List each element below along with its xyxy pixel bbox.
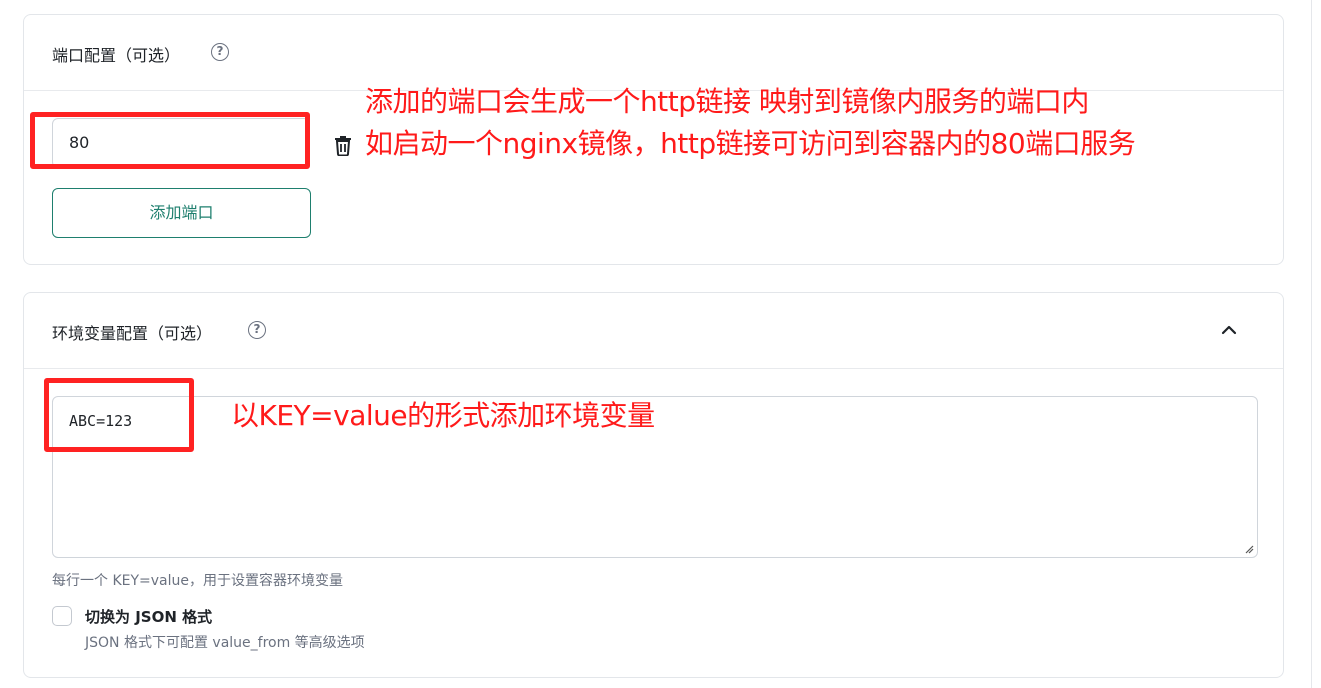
question-circle-icon[interactable]: ? xyxy=(211,43,229,61)
env-annotation: 以KEY=value的形式添加环境变量 xyxy=(231,399,655,432)
port-annotation-line1: 添加的端口会生成一个http链接 映射到镜像内服务的端口内 xyxy=(365,85,1089,118)
chevron-up-icon[interactable] xyxy=(1220,321,1238,339)
port-annotation-line2: 如启动一个nginx镜像，http链接可访问到容器内的80端口服务 xyxy=(365,127,1136,160)
question-circle-icon[interactable]: ? xyxy=(248,321,266,339)
env-config-title: 环境变量配置（可选） xyxy=(52,324,213,343)
trash-icon[interactable] xyxy=(333,134,353,156)
env-config-header[interactable]: 环境变量配置（可选） ? xyxy=(24,293,1283,369)
port-input[interactable]: 80 xyxy=(52,118,310,168)
page-right-border xyxy=(1311,0,1312,688)
add-port-button[interactable]: 添加端口 xyxy=(52,188,311,238)
port-config-title: 端口配置（可选） xyxy=(52,46,181,65)
env-config-card: 环境变量配置（可选） ? ABC=123 每行一个 KEY=value，用于设置… xyxy=(23,292,1284,678)
json-toggle-description: JSON 格式下可配置 value_from 等高级选项 xyxy=(85,635,365,651)
env-textarea-value: ABC=123 xyxy=(69,412,133,430)
env-hint-text: 每行一个 KEY=value，用于设置容器环境变量 xyxy=(52,573,343,589)
json-toggle-label[interactable]: 切换为 JSON 格式 xyxy=(85,606,212,627)
resize-handle-icon[interactable] xyxy=(1244,544,1254,554)
json-toggle-checkbox[interactable] xyxy=(52,606,72,626)
